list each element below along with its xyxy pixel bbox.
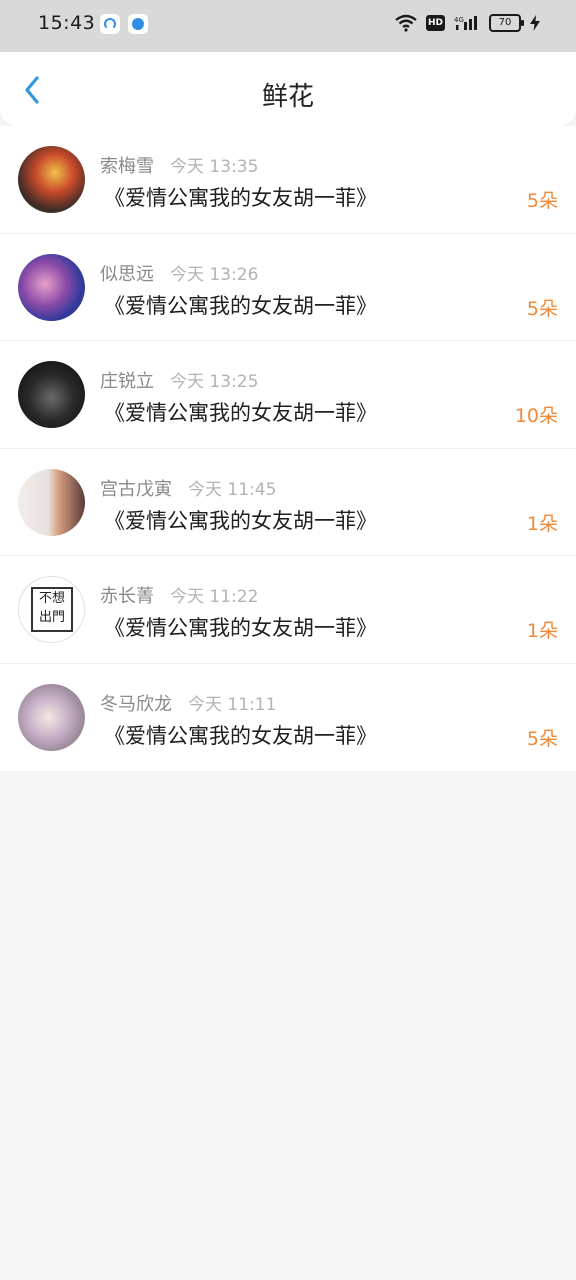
signal-icon: 4G — [454, 16, 477, 30]
book-title[interactable]: 《爱情公寓我的女友胡一菲》 — [104, 182, 377, 212]
avatar[interactable]: 不想出門 — [18, 576, 85, 643]
avatar[interactable] — [18, 468, 85, 536]
gift-time: 今天 11:45 — [188, 479, 277, 500]
status-bar: 15:43 HD 4G 70 — [0, 0, 576, 52]
flower-count: 5朵 — [526, 190, 558, 212]
flower-count: 10朵 — [514, 405, 558, 427]
book-title[interactable]: 《爱情公寓我的女友胡一菲》 — [104, 290, 377, 320]
hd-icon: HD — [425, 15, 445, 31]
app-notification-icon — [100, 14, 120, 34]
status-indicators: HD 4G 70 — [395, 14, 540, 32]
list-item[interactable]: 不想出門 赤长菁 今天 11:22 《爱情公寓我的女友胡一菲》 1朵 — [0, 556, 576, 664]
avatar-text: 不想出門 — [31, 587, 73, 632]
user-name[interactable]: 冬马欣龙 — [100, 694, 172, 715]
list-item[interactable]: 冬马欣龙 今天 11:11 《爱情公寓我的女友胡一菲》 5朵 — [0, 664, 576, 772]
flower-count: 1朵 — [526, 620, 558, 642]
book-title[interactable]: 《爱情公寓我的女友胡一菲》 — [104, 505, 377, 535]
avatar[interactable] — [18, 146, 85, 213]
book-title[interactable]: 《爱情公寓我的女友胡一菲》 — [104, 612, 377, 642]
user-name[interactable]: 似思远 — [100, 264, 154, 285]
gift-time: 今天 11:11 — [188, 694, 277, 715]
avatar[interactable] — [18, 683, 85, 751]
page-title: 鲜花 — [261, 82, 314, 112]
avatar[interactable] — [18, 253, 85, 321]
flower-count: 5朵 — [526, 297, 558, 320]
user-name[interactable]: 赤长菁 — [100, 586, 154, 607]
book-title[interactable]: 《爱情公寓我的女友胡一菲》 — [104, 397, 377, 427]
network-type: 4G — [454, 16, 464, 24]
list-item[interactable]: 似思远 今天 13:26 《爱情公寓我的女友胡一菲》 5朵 — [0, 234, 576, 341]
gift-time: 今天 13:25 — [170, 372, 259, 392]
user-name[interactable]: 索梅雪 — [100, 156, 154, 177]
user-name[interactable]: 宫古戊寅 — [100, 479, 172, 500]
list-item[interactable]: 宫古戊寅 今天 11:45 《爱情公寓我的女友胡一菲》 1朵 — [0, 449, 576, 556]
list-item[interactable]: 庄锐立 今天 13:25 《爱情公寓我的女友胡一菲》 10朵 — [0, 341, 576, 449]
list-item[interactable]: 索梅雪 今天 13:35 《爱情公寓我的女友胡一菲》 5朵 — [0, 126, 576, 234]
gift-time: 今天 11:22 — [170, 587, 259, 607]
user-name[interactable]: 庄锐立 — [100, 371, 154, 392]
wifi-icon — [395, 14, 417, 32]
flower-count: 1朵 — [526, 512, 558, 535]
charging-icon — [530, 15, 540, 31]
status-time: 15:43 — [38, 12, 96, 34]
battery-icon: 70 — [489, 14, 524, 32]
gift-time: 今天 13:35 — [170, 157, 259, 177]
flower-gift-list: 索梅雪 今天 13:35 《爱情公寓我的女友胡一菲》 5朵 似思远 今天 13:26… — [0, 126, 576, 771]
header: 鲜花 — [0, 52, 576, 126]
gift-time: 今天 13:26 — [170, 264, 259, 285]
app-notification-icon — [128, 14, 148, 34]
flower-count: 5朵 — [526, 727, 558, 750]
book-title[interactable]: 《爱情公寓我的女友胡一菲》 — [104, 720, 377, 750]
avatar[interactable] — [18, 361, 85, 428]
